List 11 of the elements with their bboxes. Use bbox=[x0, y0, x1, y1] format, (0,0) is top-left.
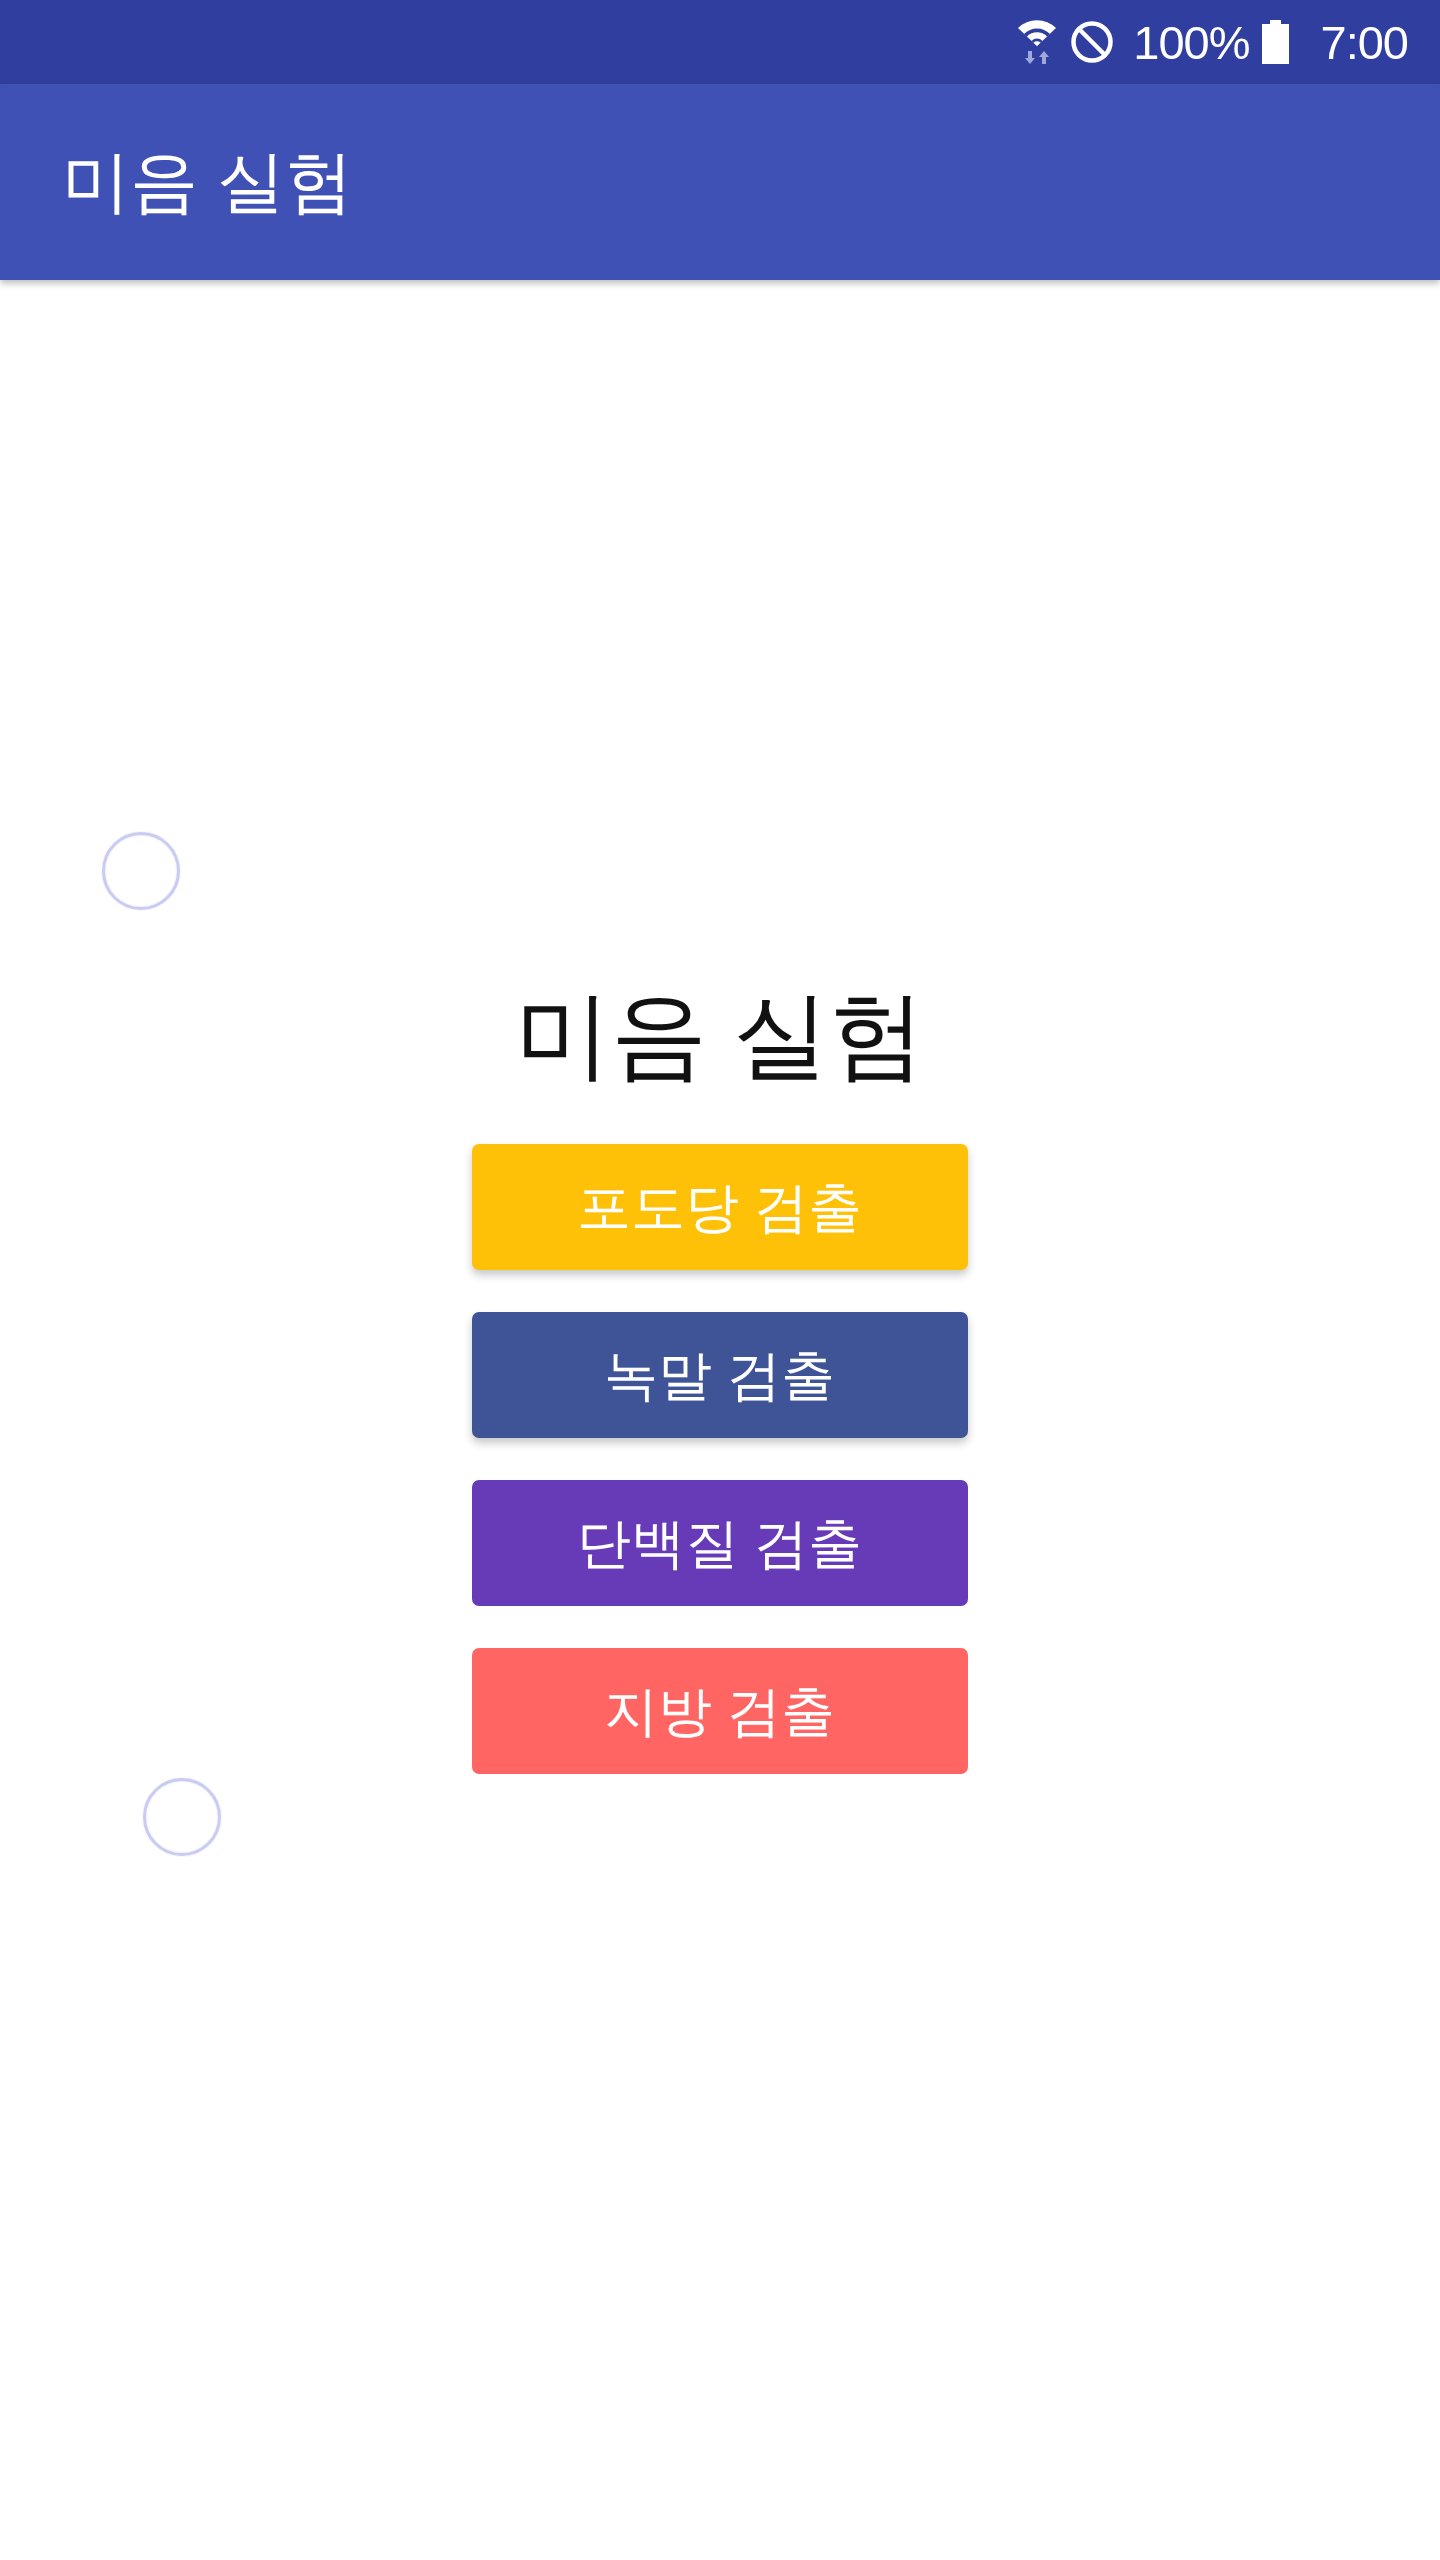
detect-button[interactable]: 녹말 검출 bbox=[472, 1312, 968, 1439]
page-heading: 미음 실험 bbox=[514, 980, 926, 1090]
battery-percent: 100% bbox=[1133, 18, 1250, 66]
ring-icon bbox=[102, 832, 180, 910]
battery-icon bbox=[1261, 20, 1289, 64]
prohibited-icon bbox=[1071, 21, 1114, 63]
detect-button[interactable]: 단백질 검출 bbox=[472, 1480, 968, 1607]
clock-time: 7:00 bbox=[1320, 18, 1408, 66]
wifi-icon bbox=[1017, 20, 1058, 64]
ring-icon bbox=[143, 1778, 221, 1856]
app-title: 미음 실험 bbox=[62, 142, 353, 222]
